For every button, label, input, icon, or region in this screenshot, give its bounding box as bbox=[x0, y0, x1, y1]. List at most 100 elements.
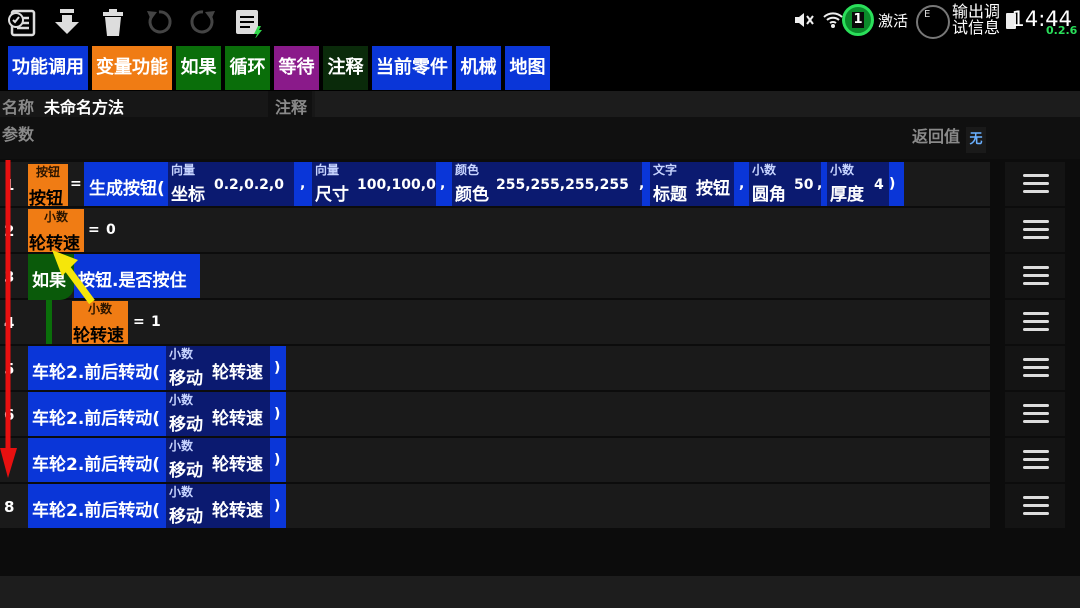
func-name: 生成按钮( bbox=[89, 179, 165, 199]
value[interactable]: 0 bbox=[106, 222, 116, 238]
code-row-3[interactable]: 3 如果 按钮.是否按住 bbox=[0, 254, 990, 300]
param-move[interactable]: 小数 移动 轮转速 bbox=[166, 484, 270, 528]
row-menu-button[interactable] bbox=[1005, 254, 1065, 298]
return-label: 返回值 bbox=[912, 127, 961, 146]
wheel-move-call[interactable]: 车轮2.前后转动( 小数 移动 轮转速 ) bbox=[28, 346, 286, 390]
wheel-move-call[interactable]: 车轮2.前后转动( 小数 移动 轮转速 ) bbox=[28, 392, 286, 436]
method-name-input[interactable]: 未命名方法 bbox=[44, 94, 124, 118]
var-block-wheel-speed[interactable]: 小数 轮转速 bbox=[72, 301, 128, 346]
wheel-move-call[interactable]: 车轮2.前后转动( 小数 移动 轮转速 ) bbox=[28, 438, 286, 482]
line-number: 3 bbox=[4, 268, 15, 286]
param-move[interactable]: 小数 移动 轮转速 bbox=[166, 346, 270, 390]
close-paren: ) bbox=[889, 176, 896, 192]
debug-notice[interactable]: 输出调 试信息 bbox=[952, 4, 1000, 36]
row-menu-button[interactable] bbox=[1005, 300, 1065, 344]
param-name: 厚度 bbox=[830, 185, 864, 205]
param-name: 移动 bbox=[169, 461, 203, 481]
tab-comment[interactable]: 注释 bbox=[323, 46, 368, 90]
hamburger-icon bbox=[1023, 404, 1049, 424]
undo-icon[interactable] bbox=[142, 6, 176, 38]
var-type: 小数 bbox=[87, 302, 112, 316]
var-name: 轮转速 bbox=[73, 326, 124, 346]
param-value[interactable]: 255,255,255,255 bbox=[496, 177, 629, 193]
condition-block[interactable]: 按钮.是否按住 bbox=[74, 254, 200, 298]
wheel-move-call[interactable]: 车轮2.前后转动( 小数 移动 轮转速 ) bbox=[28, 484, 286, 528]
tab-variable[interactable]: 变量功能 bbox=[92, 46, 172, 90]
row-menu-button[interactable] bbox=[1005, 346, 1065, 390]
param-type: 小数 bbox=[169, 485, 194, 499]
param-move[interactable]: 小数 移动 轮转速 bbox=[166, 392, 270, 436]
func-name: 车轮2.前后转动( bbox=[32, 501, 161, 521]
line-number: 8 bbox=[4, 498, 15, 516]
tab-loop[interactable]: 循环 bbox=[225, 46, 270, 90]
param-value[interactable]: 50 bbox=[794, 177, 813, 193]
param-bar: 参数 返回值 无 bbox=[0, 117, 1080, 159]
param-value[interactable]: 轮转速 bbox=[212, 358, 263, 383]
code-row-5[interactable]: 5 车轮2.前后转动( 小数 移动 轮转速 ) bbox=[0, 346, 990, 390]
param-name: 移动 bbox=[169, 369, 203, 389]
download-icon[interactable] bbox=[50, 6, 84, 38]
redo-icon[interactable] bbox=[186, 6, 220, 38]
tab-current-part[interactable]: 当前零件 bbox=[372, 46, 452, 90]
row-menu-button[interactable] bbox=[1005, 162, 1065, 206]
code-row-7[interactable]: 7 车轮2.前后转动( 小数 移动 轮转速 ) bbox=[0, 438, 990, 482]
param-type: 文字 bbox=[653, 163, 678, 177]
func-name: 车轮2.前后转动( bbox=[32, 363, 161, 383]
params-label[interactable]: 参数 bbox=[2, 121, 34, 145]
param-type: 小数 bbox=[169, 439, 194, 453]
close-paren: ) bbox=[274, 406, 281, 422]
line-number: 1 bbox=[4, 176, 15, 194]
doc-icon[interactable] bbox=[232, 6, 266, 39]
row-menu-button[interactable] bbox=[1005, 484, 1065, 528]
code-row-1[interactable]: 1 按钮 按钮 = 生成按钮( 向量 坐标 0.2,0.2,0 , 向量 尺寸 … bbox=[0, 162, 990, 209]
top-toolbar: 1 激活 E 输出调 试信息 14:44 0.2.6 bbox=[0, 0, 1080, 44]
activate-text: 激活 bbox=[878, 12, 909, 30]
tab-if[interactable]: 如果 bbox=[176, 46, 221, 90]
comment-label: 注释 bbox=[275, 98, 308, 117]
param-value[interactable]: 4 bbox=[874, 177, 884, 193]
param-value[interactable]: 轮转速 bbox=[212, 404, 263, 429]
param-value[interactable]: 轮转速 bbox=[212, 450, 263, 475]
param-name: 尺寸 bbox=[315, 185, 349, 205]
var-type: 小数 bbox=[43, 210, 68, 224]
var-block-wheel-speed[interactable]: 小数 轮转速 bbox=[28, 209, 84, 254]
comment-input[interactable] bbox=[315, 91, 1080, 117]
tab-machine[interactable]: 机械 bbox=[456, 46, 501, 90]
param-name: 坐标 bbox=[171, 185, 205, 205]
tab-wait[interactable]: 等待 bbox=[274, 46, 319, 90]
param-type: 颜色 bbox=[455, 163, 480, 177]
tab-map[interactable]: 地图 bbox=[505, 46, 550, 90]
if-branch-line bbox=[46, 300, 52, 344]
param-type: 小数 bbox=[169, 393, 194, 407]
if-block[interactable]: 如果 bbox=[28, 254, 74, 300]
param-value[interactable]: 按钮 bbox=[696, 174, 730, 199]
param-value[interactable]: 0.2,0.2,0 bbox=[214, 177, 284, 193]
param-value[interactable]: 轮转速 bbox=[212, 496, 263, 521]
param-type: 小数 bbox=[752, 163, 777, 177]
hamburger-icon bbox=[1023, 174, 1049, 194]
value[interactable]: 1 bbox=[151, 314, 161, 330]
param-type: 小数 bbox=[169, 347, 194, 361]
row-menu-button[interactable] bbox=[1005, 438, 1065, 482]
trash-icon[interactable] bbox=[96, 6, 130, 38]
code-row-8[interactable]: 8 车轮2.前后转动( 小数 移动 轮转速 ) bbox=[0, 484, 990, 528]
param-move[interactable]: 小数 移动 轮转速 bbox=[166, 438, 270, 482]
comma: , bbox=[639, 176, 645, 192]
param-name: 移动 bbox=[169, 507, 203, 527]
tab-function-call[interactable]: 功能调用 bbox=[8, 46, 88, 90]
list-icon[interactable] bbox=[4, 6, 38, 38]
func-name: 车轮2.前后转动( bbox=[32, 409, 161, 429]
code-row-2[interactable]: 2 小数 轮转速 = 0 bbox=[0, 208, 990, 254]
row-menu-button[interactable] bbox=[1005, 392, 1065, 436]
comma: , bbox=[817, 176, 823, 192]
row-menu-button[interactable] bbox=[1005, 208, 1065, 252]
create-button-call[interactable]: 生成按钮( 向量 坐标 0.2,0.2,0 , 向量 尺寸 100,100,0 … bbox=[84, 162, 904, 206]
sim-label: 1 bbox=[852, 12, 864, 28]
hamburger-icon bbox=[1023, 220, 1049, 240]
code-row-4[interactable]: 4 小数 轮转速 = 1 bbox=[0, 300, 990, 346]
line-number: 6 bbox=[4, 406, 15, 424]
return-type-button[interactable]: 无 bbox=[966, 127, 986, 153]
var-block-button[interactable]: 按钮 按钮 bbox=[28, 164, 68, 209]
param-value[interactable]: 100,100,0 bbox=[357, 177, 436, 193]
code-row-6[interactable]: 6 车轮2.前后转动( 小数 移动 轮转速 ) bbox=[0, 392, 990, 436]
